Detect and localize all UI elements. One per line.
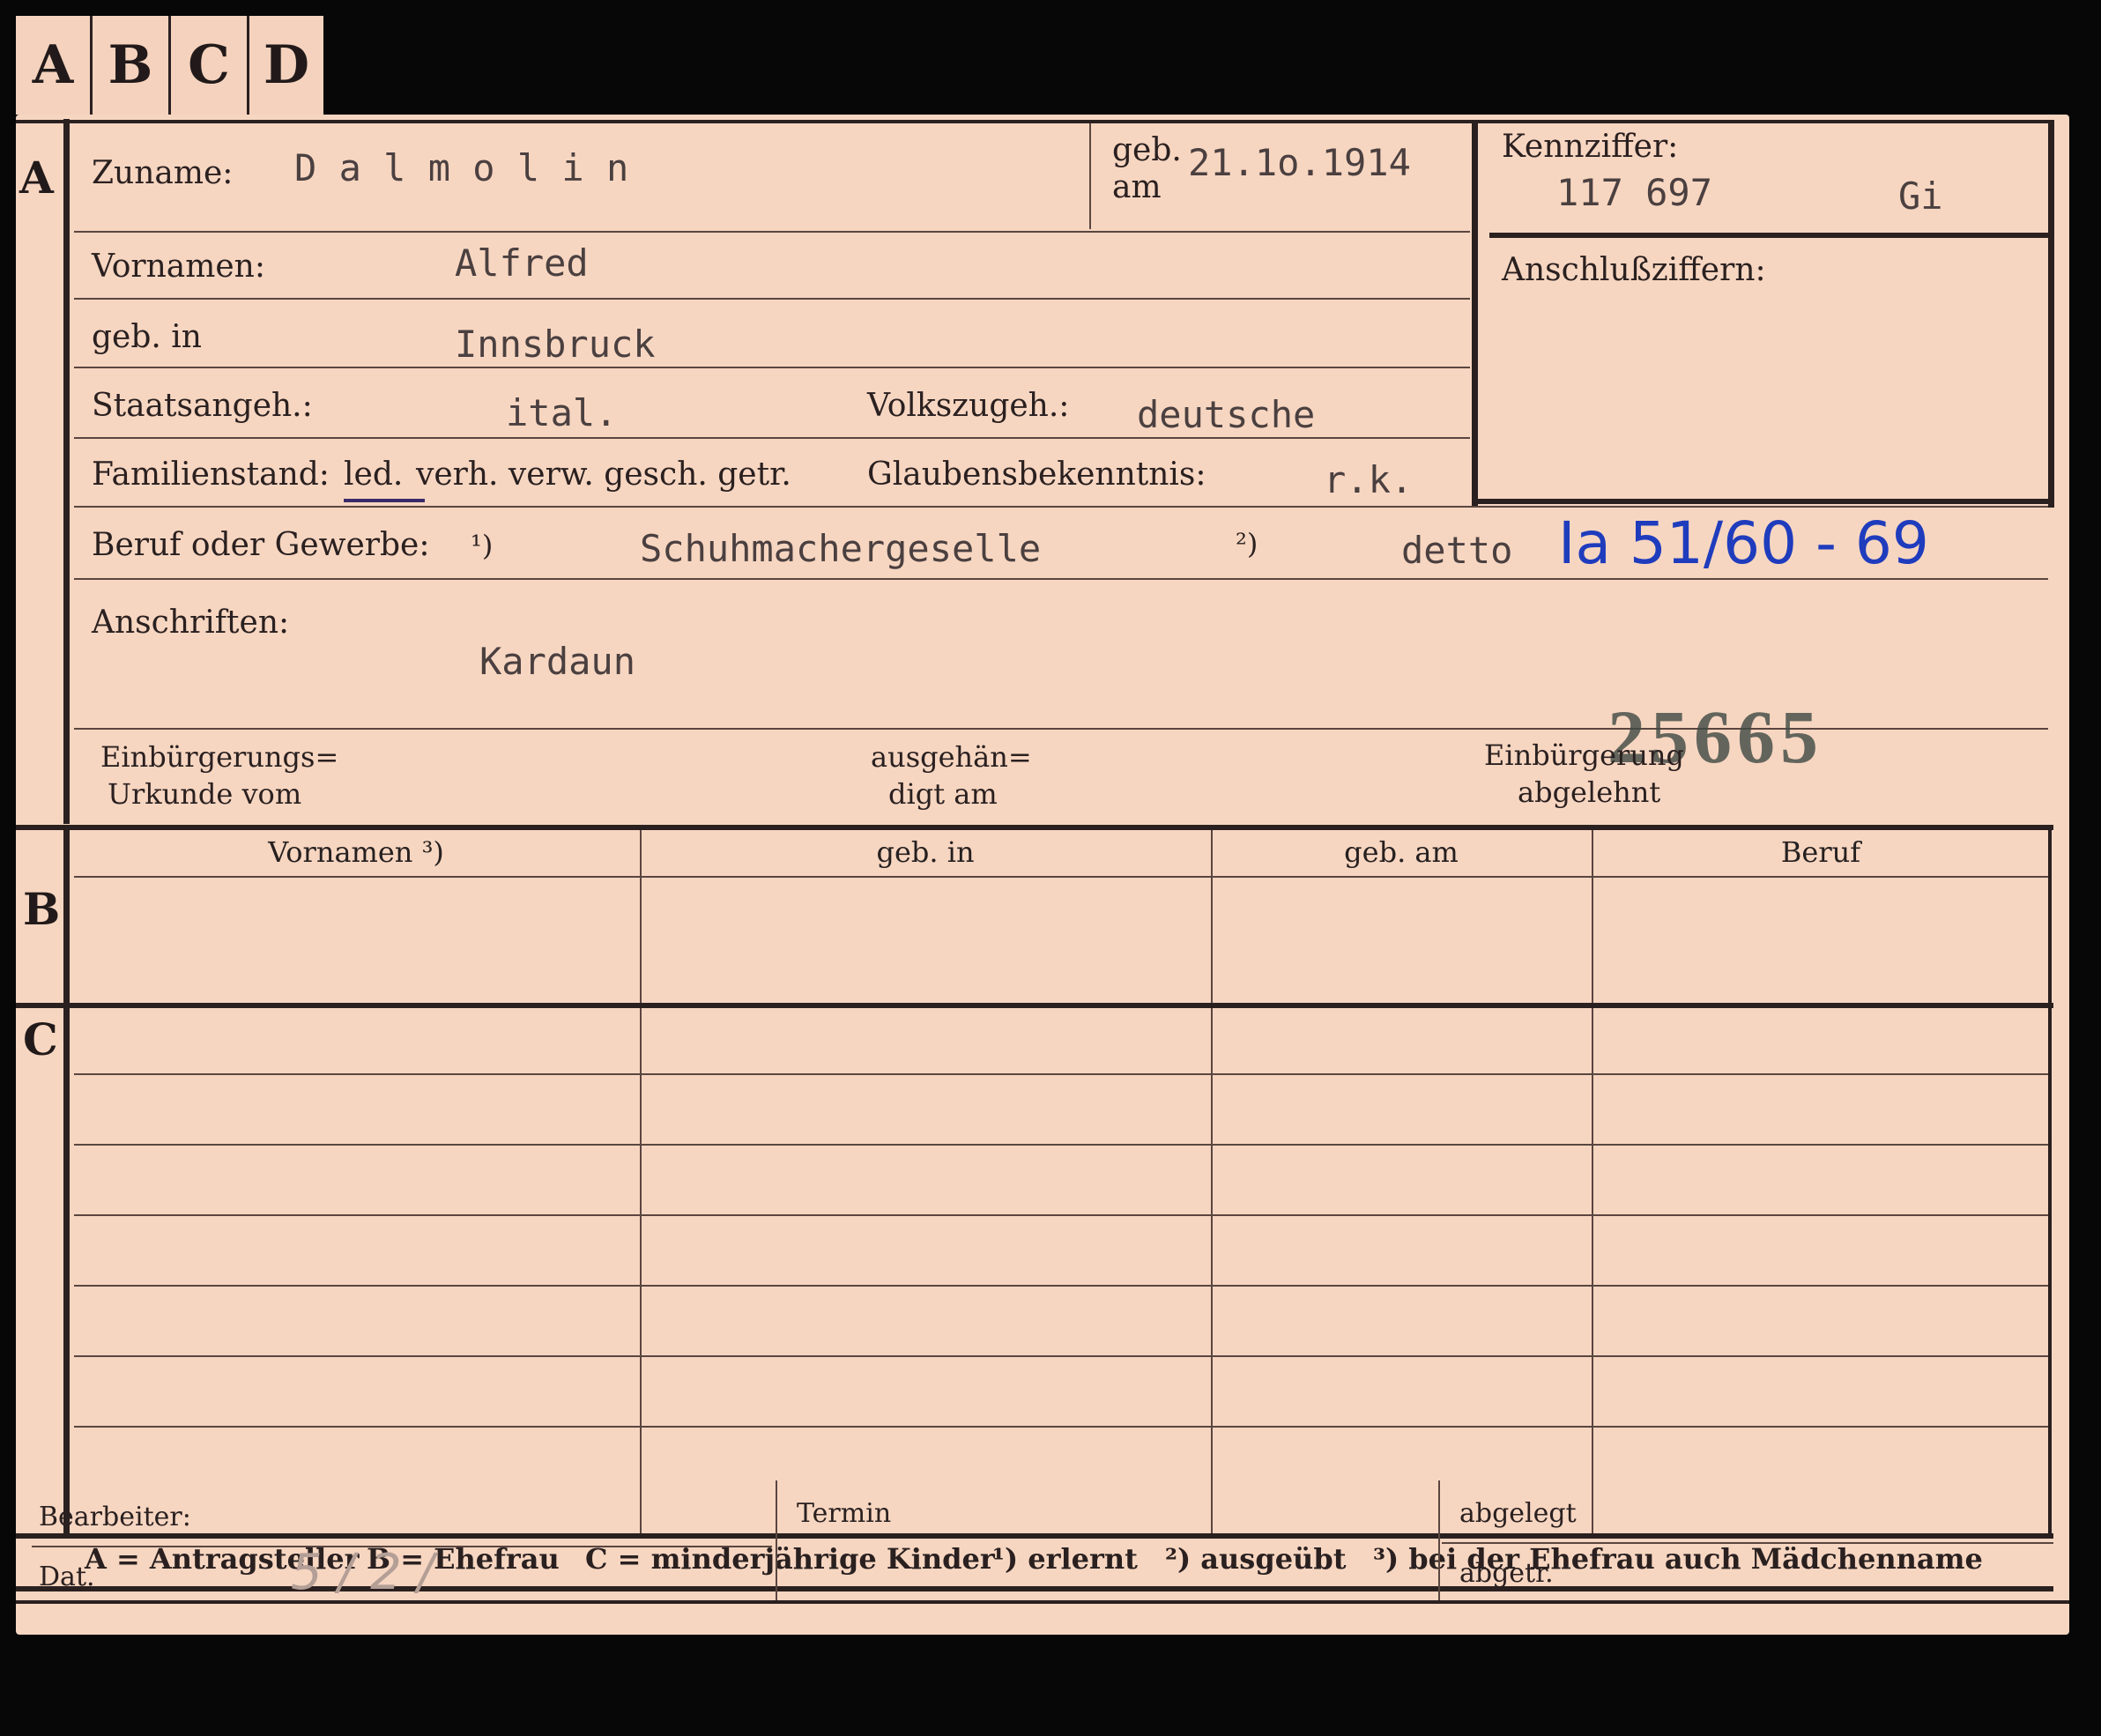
legend-1: ¹) erlernt	[992, 1542, 1138, 1576]
col-header-geb-in: geb. in	[876, 835, 975, 869]
label-anschlussziffern: Anschlußziffern:	[1502, 252, 1766, 288]
footnote-2: ²)	[1236, 527, 1258, 560]
label-zuname: Zuname:	[92, 155, 234, 191]
registration-card: A Zuname: D a l m o l i n geb. am 21.1o.…	[16, 115, 2069, 1635]
label-bearbeiter: Bearbeiter:	[39, 1502, 191, 1532]
label-glaubensbekenntnis: Glaubensbekenntnis:	[867, 456, 1206, 493]
col-header-geb-am: geb. am	[1344, 835, 1459, 869]
office-rule	[1442, 1542, 2053, 1544]
value-geb-am: 21.1o.1914	[1188, 141, 1411, 184]
tab-c: C	[171, 16, 249, 115]
value-volkszugeh: deutsche	[1137, 393, 1316, 436]
table-rule	[74, 1073, 2048, 1075]
tab-b: B	[93, 16, 171, 115]
row-rule	[74, 367, 1470, 368]
value-vornamen: Alfred	[455, 241, 589, 285]
label-abgelegt: abgelegt	[1459, 1498, 1577, 1529]
footnote-1: ¹)	[471, 529, 494, 562]
value-kennziffer-suffix: Gi	[1898, 174, 1943, 218]
label-ausgehaendigt: ausgehän=	[871, 740, 1032, 774]
label-abgetr: abgetr.	[1459, 1558, 1554, 1589]
col-divider	[640, 830, 642, 1535]
section-c-marker: C	[23, 1013, 58, 1065]
label-geb-in: geb. in	[92, 319, 202, 355]
familienstand-led: led.	[344, 456, 404, 493]
section-a-marker: A	[19, 152, 54, 204]
col-divider	[1592, 830, 1593, 1535]
row-rule	[74, 578, 2048, 580]
table-left-rule	[63, 830, 70, 1535]
left-rule	[63, 119, 70, 824]
table-rule	[74, 1214, 2048, 1216]
col-header-beruf: Beruf	[1780, 835, 1861, 869]
label-einbuergerungsurkunde: Einbürgerungs=	[100, 740, 339, 774]
label-einbuergerungsurkunde-2: Urkunde vom	[108, 777, 302, 811]
section-b-marker: B	[23, 883, 61, 935]
col-header-vornamen: Vornamen ³)	[268, 835, 444, 869]
section-b-top-rule	[16, 825, 2053, 830]
office-divider	[1438, 1480, 1440, 1600]
value-staatsangeh: ital.	[506, 391, 618, 434]
label-staatsangeh: Staatsangeh.:	[92, 388, 313, 424]
tab-d: D	[249, 16, 323, 115]
geb-am-divider	[1089, 123, 1091, 229]
table-rule	[74, 1144, 2048, 1146]
value-beruf-ausgeuebt: detto	[1401, 529, 1513, 572]
row-rule	[74, 437, 1470, 439]
section-c-top-rule	[16, 1003, 2053, 1008]
label-familienstand: Familienstand:	[92, 456, 330, 493]
kennziffer-separator	[1489, 233, 2050, 238]
kennziffer-box-left	[1472, 120, 1478, 508]
office-divider	[776, 1480, 777, 1600]
value-anschrift: Kardaun	[479, 640, 636, 683]
legend-top-rule	[16, 1533, 2053, 1539]
familienstand-options: verh. verw. gesch. getr.	[416, 456, 791, 493]
label-termin: Termin	[797, 1498, 892, 1529]
label-einbuergerung-abgelehnt: Einbürgerung	[1484, 738, 1685, 772]
value-geb-in: Innsbruck	[455, 323, 656, 366]
col-divider	[1211, 830, 1213, 1535]
dat-value: 5 / 2 /	[291, 1544, 434, 1601]
tab-a: A	[16, 16, 93, 115]
top-rule	[16, 120, 2052, 123]
label-volkszugeh: Volkszugeh.:	[867, 388, 1070, 424]
table-rule	[74, 876, 2048, 878]
label-dat: Dat.	[39, 1562, 95, 1592]
handwritten-reference: Ia 51/60 - 69	[1558, 509, 1929, 577]
value-glaubensbekenntnis: r.k.	[1324, 458, 1414, 501]
table-rule	[74, 1426, 2048, 1428]
familienstand-led-underline	[344, 499, 425, 502]
row-rule	[74, 231, 1470, 233]
label-beruf: Beruf oder Gewerbe:	[92, 527, 430, 563]
value-beruf-erlernt: Schuhmachergeselle	[640, 527, 1042, 570]
row-rule	[74, 506, 2048, 508]
value-kennziffer: 117 697	[1556, 171, 1713, 214]
table-rule	[74, 1355, 2048, 1357]
label-einbuergerung-abgelehnt-2: abgelehnt	[1518, 775, 1661, 809]
kennziffer-box-bottom	[1472, 499, 2053, 504]
row-rule	[74, 298, 1470, 300]
label-anschriften: Anschriften:	[92, 605, 290, 641]
legend-2: ²) ausgeübt	[1165, 1542, 1347, 1576]
label-kennziffer: Kennziffer:	[1502, 129, 1679, 165]
label-vornamen: Vornamen:	[92, 249, 265, 285]
table-right-rule	[2048, 830, 2052, 1535]
table-rule	[74, 1285, 2048, 1287]
label-geb-am-2: am	[1112, 169, 1162, 205]
value-zuname: D a l m o l i n	[294, 146, 629, 189]
label-geb-am: geb.	[1112, 132, 1182, 168]
label-ausgehaendigt-2: digt am	[888, 777, 998, 811]
kennziffer-box-right	[2048, 120, 2054, 508]
